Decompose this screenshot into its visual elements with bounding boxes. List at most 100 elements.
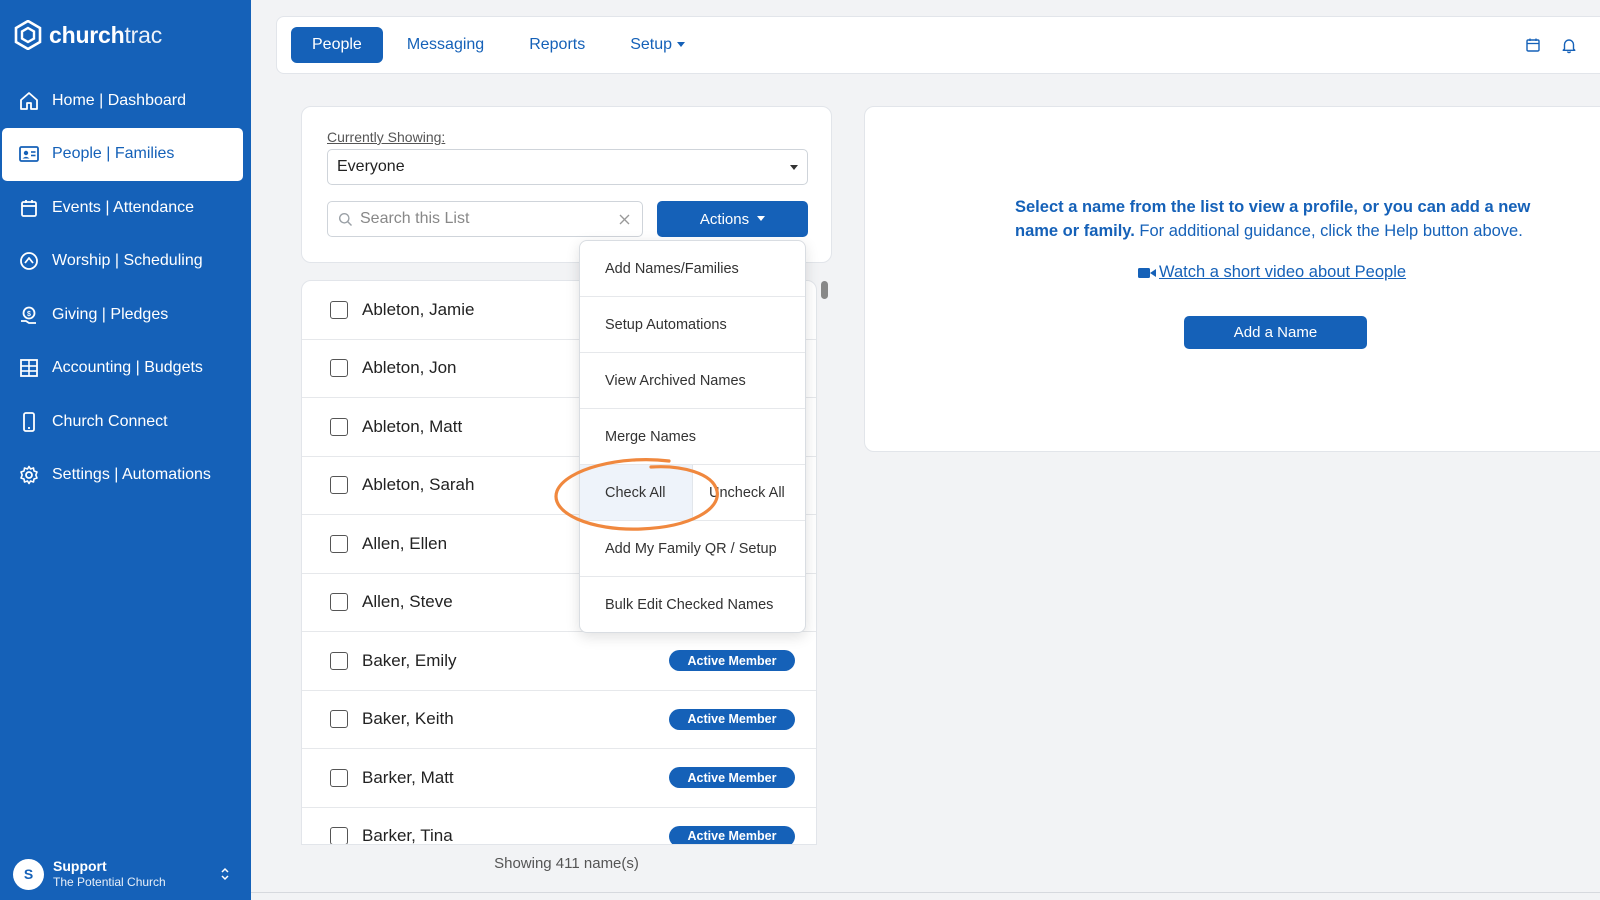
chevron-up-down-icon[interactable] [219, 865, 231, 883]
search-icon [339, 212, 352, 226]
close-icon[interactable] [619, 214, 630, 225]
video-link-label: Watch a short video about People [1159, 263, 1407, 281]
top-navbar: People Messaging Reports Setup [276, 16, 1600, 74]
sidebar-item-label: Giving | Pledges [52, 305, 169, 323]
sidebar-item-home[interactable]: Home | Dashboard [0, 74, 251, 128]
menu-item-setup-automations[interactable]: Setup Automations [580, 297, 805, 353]
row-checkbox[interactable] [330, 417, 348, 436]
menu-item-family-qr[interactable]: Add My Family QR / Setup [580, 521, 805, 577]
status-badge: Active Member [669, 825, 795, 844]
watch-video-link[interactable]: Watch a short video about People [1137, 263, 1406, 282]
row-checkbox[interactable] [330, 827, 348, 844]
tab-setup[interactable]: Setup [609, 27, 706, 63]
user-info: Support The Potential Church [53, 858, 166, 890]
row-checkbox[interactable] [330, 593, 348, 612]
person-name[interactable]: Ableton, Jamie [362, 300, 474, 320]
sidebar-item-church-connect[interactable]: Church Connect [0, 395, 251, 449]
menu-item-view-archived[interactable]: View Archived Names [580, 353, 805, 409]
sidebar-item-label: Events | Attendance [52, 198, 195, 216]
search-input[interactable] [360, 210, 610, 228]
showing-count: Showing 411 name(s) [494, 855, 639, 872]
add-name-button[interactable]: Add a Name [1184, 316, 1367, 349]
list-item[interactable]: Barker, Tina Active Member [302, 808, 816, 844]
person-name[interactable]: Baker, Keith [362, 709, 454, 729]
person-name[interactable]: Ableton, Sarah [362, 475, 474, 495]
row-checkbox[interactable] [330, 300, 348, 319]
sidebar-item-label: Home | Dashboard [52, 91, 186, 109]
row-checkbox[interactable] [330, 476, 348, 495]
menu-item-add-names[interactable]: Add Names/Families [580, 241, 805, 297]
caret-down-icon [790, 165, 798, 170]
tab-label: Messaging [406, 36, 485, 53]
row-checkbox[interactable] [330, 651, 348, 670]
menu-row-check: Check All Uncheck All [580, 465, 805, 521]
sidebar-item-label: Church Connect [52, 412, 168, 430]
worship-icon [20, 252, 38, 271]
row-checkbox[interactable] [330, 359, 348, 378]
search-box [327, 201, 643, 237]
sidebar-item-people[interactable]: People | Families [2, 127, 243, 181]
person-name[interactable]: Ableton, Matt [362, 417, 462, 437]
status-badge: Active Member [669, 767, 795, 789]
sidebar-item-settings[interactable]: Settings | Automations [0, 449, 251, 503]
sidebar: churchtrac Home | Dashboard People | Fam… [0, 0, 251, 900]
row-checkbox[interactable] [330, 768, 348, 787]
user-profile[interactable]: S Support The Potential Church [13, 858, 241, 890]
person-name[interactable]: Allen, Ellen [362, 534, 447, 554]
sidebar-item-label: People | Families [52, 145, 175, 163]
bell-icon[interactable] [1560, 36, 1578, 54]
person-name[interactable]: Ableton, Jon [362, 358, 457, 378]
person-card-icon [19, 146, 39, 163]
tab-reports[interactable]: Reports [508, 27, 606, 63]
menu-item-merge-names[interactable]: Merge Names [580, 409, 805, 465]
sidebar-item-events[interactable]: Events | Attendance [0, 181, 251, 235]
list-scrollbar[interactable] [821, 281, 828, 299]
home-icon [20, 91, 38, 110]
instructions-normal: For additional guidance, click the Help … [1134, 222, 1523, 240]
person-name[interactable]: Baker, Emily [362, 651, 456, 671]
list-item[interactable]: Baker, Emily Active Member [302, 632, 816, 691]
person-name[interactable]: Barker, Tina [362, 826, 453, 844]
currently-showing-select[interactable]: Everyone [327, 149, 808, 185]
sidebar-nav: Home | Dashboard People | Families Event… [0, 74, 251, 502]
sidebar-item-label: Settings | Automations [52, 466, 211, 484]
grid-icon [20, 359, 38, 378]
churchtrac-logo-icon [14, 20, 42, 50]
tab-label: Setup [630, 36, 673, 53]
sidebar-item-giving[interactable]: $ Giving | Pledges [0, 288, 251, 342]
tab-messaging[interactable]: Messaging [386, 27, 505, 63]
sidebar-item-label: Accounting | Budgets [52, 359, 203, 377]
caret-down-icon [757, 215, 766, 221]
main-tabs: People Messaging Reports Setup [291, 27, 709, 63]
person-name[interactable]: Barker, Matt [362, 768, 454, 788]
tab-label: Reports [529, 36, 586, 53]
check-all-button[interactable]: Check All [580, 465, 693, 520]
caret-down-icon [677, 41, 686, 47]
svg-text:$: $ [27, 311, 31, 318]
row-checkbox[interactable] [330, 710, 348, 729]
calendar-icon[interactable] [1524, 36, 1542, 54]
profile-placeholder-panel: Select a name from the list to view a pr… [864, 106, 1600, 452]
sidebar-item-worship[interactable]: Worship | Scheduling [0, 235, 251, 289]
list-item[interactable]: Baker, Keith Active Member [302, 691, 816, 749]
list-item[interactable]: Barker, Matt Active Member [302, 749, 816, 808]
video-camera-icon [1138, 267, 1156, 278]
user-name: Support [53, 858, 107, 874]
actions-menu: Add Names/Families Setup Automations Vie… [579, 240, 806, 633]
status-badge: Active Member [669, 708, 795, 730]
actions-button[interactable]: Actions [657, 201, 808, 237]
row-checkbox[interactable] [330, 534, 348, 553]
gear-icon [20, 465, 38, 485]
status-badge: Active Member [669, 650, 795, 672]
avatar: S [13, 858, 44, 890]
sidebar-item-accounting[interactable]: Accounting | Budgets [0, 342, 251, 396]
giving-icon: $ [21, 306, 36, 324]
uncheck-all-button[interactable]: Uncheck All [693, 465, 805, 520]
phone-icon [23, 411, 35, 432]
user-org: The Potential Church [53, 875, 166, 889]
brand[interactable]: churchtrac [13, 20, 162, 50]
tab-people[interactable]: People [291, 27, 383, 63]
calendar-icon [21, 199, 37, 217]
menu-item-bulk-edit[interactable]: Bulk Edit Checked Names [580, 577, 805, 633]
person-name[interactable]: Allen, Steve [362, 592, 453, 612]
